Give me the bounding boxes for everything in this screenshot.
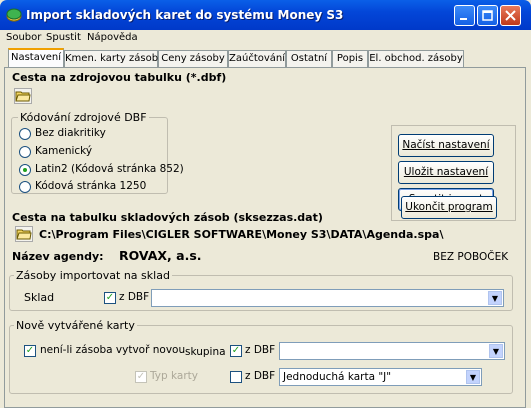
menu-soubor[interactable]: Soubor (6, 32, 41, 43)
tab-el-obchod[interactable]: El. obchod. zásoby (368, 50, 464, 67)
source-browse-button[interactable] (14, 88, 32, 104)
source-heading: Cesta na zdrojovou tabulku (*.dbf) (12, 71, 227, 84)
card-type-select[interactable]: Jednoduchá karta "J" ▼ (279, 368, 482, 386)
title-bar: Import skladových karet do systému Money… (0, 0, 531, 30)
group-from-dbf-label: z DBF (245, 344, 276, 356)
new-cards-group-title: Nově vytvářené karty (14, 319, 137, 332)
radio-bez-diakritiky[interactable] (19, 128, 31, 140)
encoding-group-title: Kódování zdrojové DBF (18, 111, 149, 124)
maximize-button[interactable] (477, 5, 498, 26)
stock-table-path: C:\Program Files\CIGLER SOFTWARE\Money S… (39, 228, 444, 241)
tab-ceny-zasoby[interactable]: Ceny zásoby (158, 50, 228, 67)
group-select[interactable]: ▼ (279, 342, 505, 360)
tab-popis[interactable]: Popis (332, 50, 368, 67)
radio-label: Kamenický (35, 145, 93, 157)
agenda-name: ROVAX, a.s. (119, 248, 202, 263)
menu-spustit[interactable]: Spustit (46, 32, 81, 43)
folder-icon (15, 91, 31, 102)
tab-nastaveni[interactable]: Nastavení (8, 48, 64, 67)
branch-mode: BEZ POBOČEK (433, 251, 509, 263)
maximize-icon (482, 10, 493, 21)
menu-napoveda[interactable]: Nápověda (87, 32, 138, 43)
encoding-group: Kódování zdrojové DBF Bez diakritiky Kam… (11, 111, 184, 194)
stock-browse-button[interactable] (15, 226, 33, 242)
close-button[interactable] (500, 5, 521, 26)
window-title: Import skladových karet do systému Money… (26, 8, 344, 22)
chevron-down-icon: ▼ (466, 370, 480, 384)
card-type-from-dbf-checkbox[interactable] (230, 371, 242, 383)
radio-latin2[interactable] (19, 164, 31, 176)
create-if-missing-checkbox[interactable]: ✓ (24, 345, 36, 357)
minimize-icon (460, 18, 467, 20)
tab-strip: Nastavení Kmen. karty zásoby Ceny zásoby… (4, 48, 526, 67)
load-settings-button[interactable]: Načíst nastavení (398, 134, 494, 157)
chevron-down-icon: ▼ (489, 344, 503, 358)
store-from-dbf-checkbox[interactable]: ✓ (104, 292, 116, 304)
close-icon (505, 10, 516, 21)
radio-label: Bez diakritiky (35, 127, 106, 139)
money-app-icon (6, 8, 22, 22)
folder-icon (16, 229, 32, 240)
card-type-select-value: Jednoduchá karta "J" (283, 371, 392, 383)
radio-label: Latin2 (Kódová stránka 852) (35, 163, 184, 175)
radio-kamenicky[interactable] (19, 146, 31, 158)
group-from-dbf-checkbox[interactable]: ✓ (230, 345, 242, 357)
agenda-label: Název agendy: (12, 250, 104, 263)
radio-cp1250[interactable] (19, 181, 31, 193)
card-type-label: Typ karty (150, 370, 198, 382)
card-type-checkbox[interactable]: ✓ (135, 371, 147, 383)
radio-label: Kódová stránka 1250 (35, 180, 147, 192)
store-from-dbf-label: z DBF (119, 291, 150, 303)
exit-program-button[interactable]: Ukončit program (401, 196, 497, 219)
tab-ostatni[interactable]: Ostatní (286, 50, 332, 67)
import-store-group-title: Zásoby importovat na sklad (14, 269, 172, 282)
save-settings-button[interactable]: Uložit nastavení (398, 161, 494, 184)
chevron-down-icon: ▼ (488, 291, 502, 305)
minimize-button[interactable] (454, 5, 475, 26)
create-if-missing-label: není-li zásoba vytvoř novou (40, 344, 186, 356)
tab-zauctovani[interactable]: Zaúčtování (228, 50, 286, 67)
menu-bar: Soubor Spustit Nápověda (0, 30, 531, 46)
group-label: skupina (185, 346, 226, 358)
tab-kmen-karty[interactable]: Kmen. karty zásoby (64, 50, 164, 67)
card-type-from-dbf-label: z DBF (245, 370, 276, 382)
store-label: Sklad (24, 291, 55, 304)
stock-table-heading: Cesta na tabulku skladových zásob (sksez… (12, 211, 323, 224)
store-select[interactable]: ▼ (151, 289, 504, 307)
